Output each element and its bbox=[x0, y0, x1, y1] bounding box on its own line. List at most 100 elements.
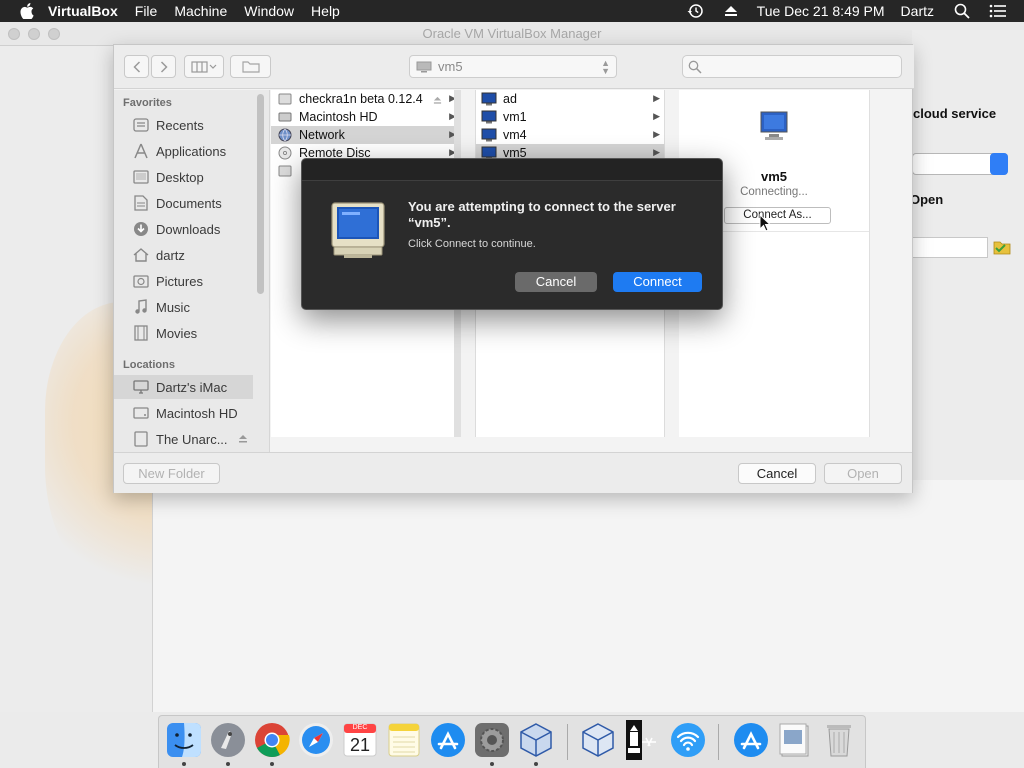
connect-as-button[interactable]: Connect As... bbox=[724, 207, 831, 224]
app-store-download-icon[interactable] bbox=[732, 721, 770, 759]
notes-icon[interactable] bbox=[385, 721, 423, 759]
sidebar-item-movies[interactable]: Movies bbox=[114, 321, 253, 345]
sidebar-item-pictures[interactable]: Pictures bbox=[114, 269, 253, 293]
finder-icon[interactable] bbox=[165, 721, 203, 759]
menu-file[interactable]: File bbox=[135, 0, 158, 22]
sidebar-item-downloads[interactable]: Downloads bbox=[114, 217, 253, 241]
eject-icon[interactable] bbox=[238, 432, 248, 447]
sidebar-locations-heading: Locations bbox=[123, 359, 175, 371]
list-item-label: ad bbox=[503, 92, 517, 106]
sidebar-item-documents[interactable]: Documents bbox=[114, 191, 253, 215]
list-item-hidden[interactable] bbox=[271, 162, 301, 180]
calendar-month: DEC bbox=[352, 724, 368, 731]
wizard-combo-box[interactable] bbox=[912, 153, 1008, 175]
calendar-day: 21 bbox=[349, 735, 371, 755]
list-item-vm4[interactable]: vm4 ▶ bbox=[475, 126, 664, 144]
connect-server-dialog: You are attempting to connect to the ser… bbox=[301, 158, 723, 310]
dialog-message: Click Connect to continue. bbox=[408, 238, 536, 250]
eject-icon[interactable] bbox=[433, 94, 442, 108]
sidebar-scrollbar[interactable] bbox=[257, 94, 264, 294]
wifi-icon[interactable] bbox=[669, 721, 707, 759]
new-folder-button[interactable]: New Folder bbox=[123, 463, 220, 484]
zoom-window-button[interactable] bbox=[48, 28, 60, 40]
film-icon bbox=[132, 325, 150, 341]
notification-center-icon[interactable] bbox=[988, 2, 1008, 20]
menu-app-name[interactable]: VirtualBox bbox=[48, 0, 118, 22]
sidebar-item-label: Desktop bbox=[156, 169, 204, 185]
panel-toolbar: vm5 ▲ ▼ bbox=[114, 45, 914, 89]
menu-user[interactable]: Dartz bbox=[901, 3, 934, 19]
search-field[interactable] bbox=[682, 55, 902, 78]
chevron-right-icon: ▶ bbox=[653, 129, 660, 139]
home-icon bbox=[132, 247, 150, 263]
downloads-icon bbox=[132, 221, 150, 237]
close-window-button[interactable] bbox=[8, 28, 20, 40]
folder-icon bbox=[241, 61, 260, 73]
window-title: Oracle VM VirtualBox Manager bbox=[0, 22, 1024, 46]
sidebar-item-macintosh-hd[interactable]: Macintosh HD bbox=[114, 401, 253, 425]
dialog-cancel-button[interactable]: Cancel bbox=[515, 272, 597, 292]
sidebar-item-applications[interactable]: Applications bbox=[114, 139, 253, 163]
safari-icon[interactable] bbox=[297, 721, 335, 759]
sidebar-item-recents[interactable]: Recents bbox=[114, 113, 253, 137]
trash-icon[interactable] bbox=[820, 721, 858, 759]
menu-window[interactable]: Window bbox=[244, 0, 294, 22]
list-item-label: vm4 bbox=[503, 128, 527, 142]
sidebar-item-unarchiver[interactable]: The Unarc... bbox=[114, 427, 253, 451]
disk-image-icon bbox=[277, 92, 293, 106]
combo-arrow-icon[interactable] bbox=[990, 153, 1008, 175]
minimize-window-button[interactable] bbox=[28, 28, 40, 40]
sidebar-item-dartz-imac[interactable]: Dartz's iMac bbox=[114, 375, 253, 399]
cancel-button[interactable]: Cancel bbox=[738, 463, 816, 484]
chrome-icon[interactable] bbox=[253, 721, 291, 759]
apple-icon[interactable] bbox=[18, 2, 36, 20]
chevron-right-icon bbox=[160, 60, 168, 73]
list-item-ad[interactable]: ad ▶ bbox=[475, 90, 664, 108]
sidebar-item-dartz[interactable]: dartz bbox=[114, 243, 253, 267]
sidebar-item-label: dartz bbox=[156, 247, 185, 263]
wizard-file-field[interactable] bbox=[912, 237, 988, 258]
eject-icon[interactable] bbox=[721, 2, 741, 20]
app-store-icon[interactable] bbox=[429, 721, 467, 759]
sidebar-item-desktop[interactable]: Desktop bbox=[114, 165, 253, 189]
spotlight-icon[interactable] bbox=[952, 2, 972, 20]
launchpad-icon[interactable] bbox=[209, 721, 247, 759]
sidebar-item-label: Macintosh HD bbox=[156, 405, 238, 421]
open-button[interactable]: Open bbox=[824, 463, 902, 484]
list-item-network[interactable]: Network ▶ bbox=[271, 126, 460, 144]
list-item-label: Macintosh HD bbox=[299, 110, 378, 124]
hard-drive-icon bbox=[132, 405, 150, 421]
view-mode-button[interactable] bbox=[184, 55, 224, 78]
updown-arrows-icon: ▲ ▼ bbox=[601, 58, 610, 76]
checkra1n-icon[interactable] bbox=[621, 720, 659, 760]
calendar-icon[interactable]: DEC 21 bbox=[341, 721, 379, 759]
dock: DEC 21 bbox=[158, 715, 866, 768]
menu-clock[interactable]: Tue Dec 21 8:49 PM bbox=[757, 3, 885, 19]
running-indicator bbox=[182, 762, 186, 766]
chevron-right-icon: ▶ bbox=[653, 93, 660, 103]
imac-icon bbox=[132, 379, 150, 395]
forward-button[interactable] bbox=[151, 55, 176, 78]
new-folder-toolbar-button[interactable] bbox=[230, 55, 271, 78]
preview-icon[interactable] bbox=[776, 721, 814, 759]
list-item-vm1[interactable]: vm1 ▶ bbox=[475, 108, 664, 126]
back-button[interactable] bbox=[124, 55, 149, 78]
panel-bottom-bar: New Folder Cancel Open bbox=[114, 452, 912, 493]
virtualbox-icon[interactable] bbox=[517, 721, 555, 759]
sidebar-item-music[interactable]: Music bbox=[114, 295, 253, 319]
time-machine-icon[interactable] bbox=[685, 2, 705, 20]
recents-icon bbox=[132, 117, 150, 133]
menu-machine[interactable]: Machine bbox=[174, 0, 227, 22]
list-item-checkra1n[interactable]: checkra1n beta 0.12.4 ▶ bbox=[271, 90, 460, 108]
system-preferences-icon[interactable] bbox=[473, 721, 511, 759]
folder-browse-icon[interactable] bbox=[993, 239, 1011, 255]
virtualbox-vm-icon[interactable] bbox=[579, 721, 617, 759]
sidebar-item-label: Movies bbox=[156, 325, 198, 341]
location-popup[interactable]: vm5 ▲ ▼ bbox=[409, 55, 617, 78]
computer-icon bbox=[481, 92, 497, 106]
list-item-label: checkra1n beta 0.12.4 bbox=[299, 92, 423, 106]
list-item-macintosh-hd[interactable]: Macintosh HD ▶ bbox=[271, 108, 460, 126]
dialog-connect-button[interactable]: Connect bbox=[613, 272, 702, 292]
list-item-label: Network bbox=[299, 128, 345, 142]
menu-help[interactable]: Help bbox=[311, 0, 340, 22]
